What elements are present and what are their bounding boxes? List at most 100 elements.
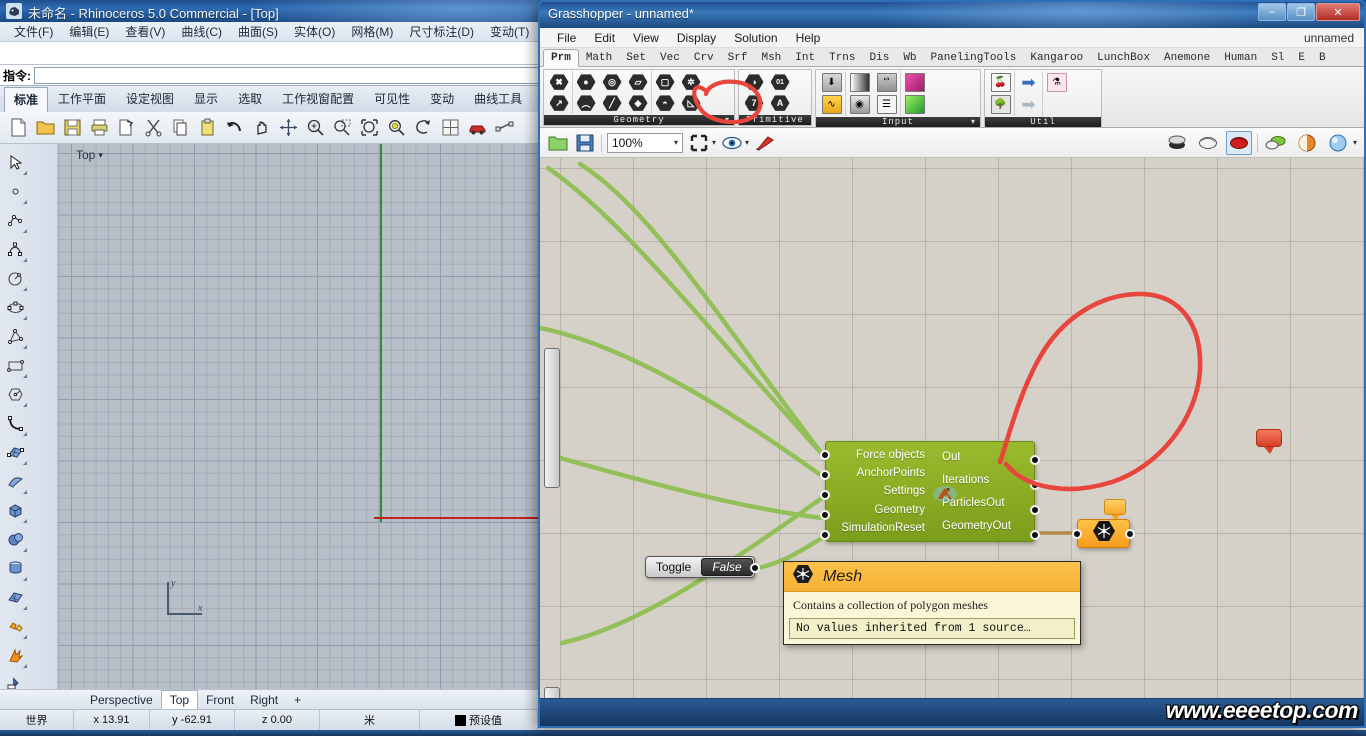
- paste-clipboard-icon[interactable]: [195, 116, 219, 140]
- viewport-tab-top[interactable]: Top: [160, 690, 199, 709]
- rhino-menu-dimension[interactable]: 尺寸标注(D): [401, 21, 482, 42]
- chevron-down-icon[interactable]: ▾: [674, 138, 678, 147]
- link-icon[interactable]: [492, 116, 516, 140]
- rhino-menu-curve[interactable]: 曲线(C): [173, 21, 230, 42]
- meshpreview-icon[interactable]: [1263, 131, 1289, 155]
- print-icon[interactable]: [87, 116, 111, 140]
- four-view-layout-icon[interactable]: [438, 116, 462, 140]
- vector-arrow-icon[interactable]: ↗: [548, 93, 570, 113]
- number-slider-icon[interactable]: ⬇: [820, 72, 843, 93]
- data-tree-icon[interactable]: 🌳: [989, 94, 1012, 115]
- gh-tab-msh[interactable]: Msh: [754, 50, 788, 66]
- gh-tab-prm[interactable]: Prm: [543, 49, 579, 67]
- surface-loft-icon[interactable]: [2, 467, 29, 496]
- text-a-icon[interactable]: A: [769, 93, 791, 113]
- chevron-down-icon[interactable]: ▾: [98, 150, 103, 161]
- hexagon-icon[interactable]: [2, 380, 29, 409]
- box-geometry-icon[interactable]: ▢: [654, 72, 676, 92]
- flask-util-icon[interactable]: ⚗: [1045, 72, 1068, 93]
- integer-01-icon[interactable]: 01: [769, 72, 791, 92]
- brep-icon[interactable]: ◈: [627, 93, 649, 113]
- sketch-paint-icon[interactable]: [754, 132, 776, 154]
- boolean-icon[interactable]: ◑: [743, 72, 765, 92]
- shaded-preview-icon[interactable]: [1195, 131, 1221, 155]
- pan-hand-icon[interactable]: [249, 116, 273, 140]
- zoom-level-select[interactable]: 100% ▾: [607, 132, 683, 153]
- rhino-menu-view[interactable]: 查看(V): [117, 21, 173, 42]
- gh-tab-int[interactable]: Int: [788, 50, 822, 66]
- kangaroo-error-balloon-icon[interactable]: [1256, 429, 1282, 454]
- zoom-in-icon[interactable]: [303, 116, 327, 140]
- gh-tab-sl[interactable]: Sl: [1264, 50, 1291, 66]
- gh-tab-anemone[interactable]: Anemone: [1157, 50, 1217, 66]
- rhino-menu-edit[interactable]: 编辑(E): [61, 21, 117, 42]
- zoom-selected-icon[interactable]: [384, 116, 408, 140]
- ellipse-icon[interactable]: [2, 293, 29, 322]
- wireframe-preview-icon[interactable]: [1164, 131, 1190, 155]
- render-car-icon[interactable]: [465, 116, 489, 140]
- gh-tab-trns[interactable]: Trns: [822, 50, 862, 66]
- gh-menu-view[interactable]: View: [624, 30, 668, 46]
- mesh-parameter-component[interactable]: [1072, 519, 1135, 548]
- gh-tab-vec[interactable]: Vec: [653, 50, 687, 66]
- surface-srf-icon[interactable]: [2, 438, 29, 467]
- gradient-control-icon[interactable]: [848, 72, 871, 93]
- gh-canvas[interactable]: Force objects AnchorPoints Settings Geom…: [540, 158, 1364, 718]
- gh-tab-crv[interactable]: Crv: [687, 50, 721, 66]
- rhino-menu-mesh[interactable]: 网格(M): [343, 21, 401, 42]
- jump-icon[interactable]: ᔥ: [875, 72, 898, 93]
- box-solid-icon[interactable]: [2, 496, 29, 525]
- value-list-icon[interactable]: ☰: [875, 94, 898, 115]
- mesh-icon[interactable]: ✲: [680, 72, 702, 92]
- plane-surface-icon[interactable]: ▱: [627, 72, 649, 92]
- kangaroo-physics-component[interactable]: Force objects AnchorPoints Settings Geom…: [820, 441, 1040, 542]
- jump-arrow-icon[interactable]: ➡: [1017, 94, 1040, 115]
- viewport-tab-right[interactable]: Right: [242, 691, 286, 709]
- export-icon[interactable]: [114, 116, 138, 140]
- line-icon[interactable]: ╱: [601, 93, 623, 113]
- boolean-toggle-icon[interactable]: ◉: [848, 94, 871, 115]
- polyline-icon[interactable]: [2, 206, 29, 235]
- shaded-sphere-icon[interactable]: [1294, 131, 1320, 155]
- rhino-tab-select[interactable]: 选取: [228, 86, 272, 112]
- move-crosshair-icon[interactable]: [276, 116, 300, 140]
- rhino-tab-setview[interactable]: 设定视图: [116, 86, 184, 112]
- rhino-tab-cplane[interactable]: 工作平面: [48, 86, 116, 112]
- cylinder-solid-icon[interactable]: [2, 554, 29, 583]
- cherry-cluster-icon[interactable]: 🍒: [989, 72, 1012, 93]
- rectangle-icon[interactable]: [2, 351, 29, 380]
- zoom-extents-icon[interactable]: [688, 132, 710, 154]
- minimize-button[interactable]: –: [1258, 3, 1286, 21]
- toggle-output-port[interactable]: [750, 563, 760, 573]
- draw-icons-sphere-icon[interactable]: [1325, 131, 1351, 155]
- gh-tab-e[interactable]: E: [1291, 50, 1312, 66]
- copy-icon[interactable]: [168, 116, 192, 140]
- zoom-dynamic-icon[interactable]: [411, 116, 435, 140]
- rhino-tab-standard[interactable]: 标准: [4, 87, 49, 112]
- geometry-generic-icon[interactable]: ✖: [548, 72, 570, 92]
- save-icon[interactable]: [60, 116, 84, 140]
- close-button[interactable]: ✕: [1316, 3, 1360, 21]
- gh-menu-solution[interactable]: Solution: [725, 30, 786, 46]
- toggle-value[interactable]: False: [701, 558, 753, 576]
- select-arrow-icon[interactable]: [2, 148, 29, 177]
- boolean-toggle-component[interactable]: Toggle False: [645, 556, 760, 578]
- gh-menu-help[interactable]: Help: [787, 30, 830, 46]
- preview-off-icon[interactable]: [1225, 130, 1252, 155]
- mesh-param-output-port[interactable]: [1125, 529, 1135, 539]
- gh-tab-kangaroo[interactable]: Kangaroo: [1023, 50, 1090, 66]
- triangle-polygon-icon[interactable]: [2, 322, 29, 351]
- rhino-menu-file[interactable]: 文件(F): [6, 21, 61, 42]
- curve-blend-icon[interactable]: [2, 409, 29, 438]
- viewport-tab-front[interactable]: Front: [198, 691, 242, 709]
- rhino-viewport-top[interactable]: Top ▾ y x: [58, 144, 540, 689]
- geometry-dropdown-icon[interactable]: ▾: [725, 115, 730, 125]
- gh-tab-lunchbox[interactable]: LunchBox: [1090, 50, 1157, 66]
- rhino-menu-transform[interactable]: 变动(T): [482, 21, 537, 42]
- arc-icon[interactable]: [2, 235, 29, 264]
- number-seven-icon[interactable]: 7: [743, 93, 765, 113]
- point-icon[interactable]: [2, 177, 29, 206]
- gh-menu-display[interactable]: Display: [668, 30, 725, 46]
- gh-tab-dis[interactable]: Dis: [863, 50, 897, 66]
- rhino-menu-solid[interactable]: 实体(O): [286, 21, 343, 42]
